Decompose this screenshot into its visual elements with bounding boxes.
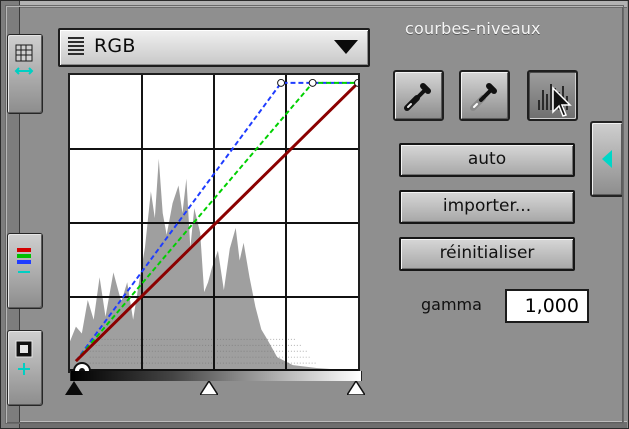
reset-button[interactable]: réinitialiser (399, 237, 575, 271)
black-point-slider[interactable] (65, 381, 83, 395)
midtone-slider-outline (200, 381, 218, 395)
chevron-left-icon (602, 150, 612, 168)
menu-lines-icon (68, 37, 84, 55)
collapse-panel-tab[interactable] (590, 121, 624, 197)
auto-button-label: auto (467, 149, 507, 169)
rail-tab-resize[interactable] (7, 34, 43, 114)
rail-tab-channels[interactable] (7, 233, 43, 309)
curves-svg (70, 75, 358, 371)
top-bevel (19, 1, 627, 8)
preview-window-icon (15, 340, 33, 375)
cursor-icon (552, 86, 572, 117)
auto-button[interactable]: auto (399, 143, 575, 177)
curves-levels-window: courbes-niveaux RGB auto importer... réi… (0, 0, 629, 429)
levels-slider (61, 381, 367, 397)
chevron-down-icon (334, 40, 358, 54)
curves-graph[interactable] (68, 73, 360, 380)
white-slider-outline (347, 381, 365, 395)
gray-eyedropper-button[interactable] (459, 70, 510, 121)
rail-tab-preview[interactable] (7, 330, 43, 406)
gamma-input[interactable]: 1,000 (505, 289, 589, 323)
bottom-bevel (19, 421, 627, 428)
import-button-label: importer... (442, 196, 532, 216)
gray-point-eyedropper-icon (470, 83, 497, 111)
channel-dropdown[interactable]: RGB (58, 28, 370, 67)
black-point-eyedropper-icon (404, 83, 431, 111)
import-button[interactable]: importer... (399, 190, 575, 224)
tone-gradient-bar (70, 371, 362, 381)
grid-resize-icon (14, 44, 34, 75)
rgb-channels-icon (17, 248, 31, 273)
channel-dropdown-value: RGB (94, 35, 136, 57)
panel-title: courbes-niveaux (405, 19, 541, 38)
histogram-icon (538, 84, 572, 117)
gamma-label: gamma (421, 295, 482, 314)
reset-button-label: réinitialiser (439, 243, 535, 263)
histogram-button[interactable] (527, 70, 578, 121)
curves-editor (61, 67, 367, 397)
black-eyedropper-button[interactable] (393, 70, 444, 121)
